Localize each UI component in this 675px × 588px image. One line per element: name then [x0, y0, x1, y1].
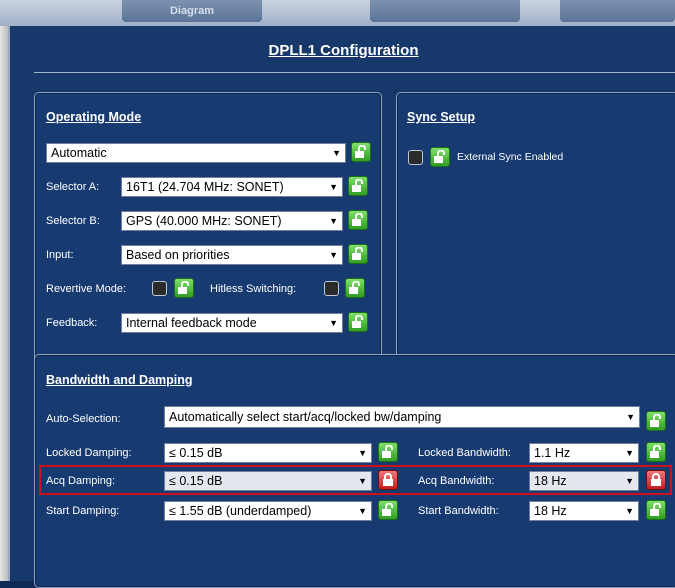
unlocked-lock-icon[interactable] [646, 442, 666, 462]
external-sync-checkbox[interactable] [408, 150, 423, 165]
chevron-down-icon: ▼ [625, 448, 634, 458]
unlocked-lock-icon[interactable] [430, 147, 450, 167]
selector-a-select[interactable]: 16T1 (24.704 MHz: SONET) ▼ [121, 177, 343, 197]
chevron-down-icon: ▼ [329, 318, 338, 328]
selector-a-label: Selector A: [46, 181, 100, 193]
chevron-down-icon: ▼ [625, 506, 634, 516]
mode-select-value: Automatic [51, 146, 107, 160]
locked-bandwidth-select[interactable]: 1.1 Hz ▼ [529, 443, 639, 463]
revertive-mode-label: Revertive Mode: [46, 283, 127, 295]
tab-2[interactable] [370, 0, 520, 22]
start-damping-label: Start Damping: [46, 505, 120, 517]
chevron-down-icon: ▼ [358, 476, 367, 486]
mode-select[interactable]: Automatic ▼ [46, 143, 346, 163]
feedback-select[interactable]: Internal feedback mode ▼ [121, 313, 343, 333]
sync-setup-panel: Sync Setup External Sync Enabled [396, 92, 675, 372]
revertive-mode-checkbox[interactable] [152, 281, 167, 296]
unlocked-lock-icon[interactable] [378, 500, 398, 520]
top-tab-strip: Diagram [0, 0, 675, 26]
chevron-down-icon: ▼ [329, 250, 338, 260]
dpll-config-window: DPLL1 Configuration Operating Mode Autom… [8, 26, 675, 588]
locked-damping-label: Locked Damping: [46, 447, 132, 459]
auto-selection-select[interactable]: Automatically select start/acq/locked bw… [164, 406, 640, 428]
selector-b-label: Selector B: [46, 215, 100, 227]
operating-mode-title: Operating Mode [46, 110, 142, 124]
tab-diagram[interactable]: Diagram [122, 0, 262, 22]
unlocked-lock-icon[interactable] [348, 244, 368, 264]
start-damping-value: ≤ 1.55 dB (underdamped) [169, 504, 312, 518]
chevron-down-icon: ▼ [358, 448, 367, 458]
unlocked-lock-icon[interactable] [348, 210, 368, 230]
chevron-down-icon: ▼ [358, 506, 367, 516]
locked-lock-icon[interactable] [378, 470, 398, 490]
chevron-down-icon: ▼ [329, 216, 338, 226]
start-bandwidth-label: Start Bandwidth: [418, 505, 499, 517]
sync-setup-title: Sync Setup [407, 110, 476, 124]
unlocked-lock-icon[interactable] [646, 500, 666, 520]
acq-damping-label: Acq Damping: [46, 475, 116, 487]
unlocked-lock-icon[interactable] [348, 176, 368, 196]
unlocked-lock-icon[interactable] [348, 312, 368, 332]
feedback-label: Feedback: [46, 317, 98, 329]
unlocked-lock-icon[interactable] [345, 278, 365, 298]
unlocked-lock-icon[interactable] [174, 278, 194, 298]
feedback-value: Internal feedback mode [126, 316, 257, 330]
input-label: Input: [46, 249, 74, 261]
unlocked-lock-icon[interactable] [351, 142, 371, 162]
selector-a-value: 16T1 (24.704 MHz: SONET) [126, 180, 284, 194]
chevron-down-icon: ▼ [332, 148, 341, 158]
left-edge-bar [0, 26, 8, 581]
acq-damping-select[interactable]: ≤ 0.15 dB ▼ [164, 471, 372, 491]
selector-b-value: GPS (40.000 MHz: SONET) [126, 214, 282, 228]
locked-damping-value: ≤ 0.15 dB [169, 446, 223, 460]
external-sync-label: External Sync Enabled [457, 151, 564, 163]
locked-bandwidth-label: Locked Bandwidth: [418, 447, 511, 459]
auto-selection-label: Auto-Selection: [46, 413, 121, 425]
tab-3[interactable] [560, 0, 675, 22]
acq-bandwidth-label: Acq Bandwidth: [418, 475, 495, 487]
operating-mode-panel: Operating Mode Automatic ▼ Selector A: 1… [34, 92, 382, 372]
selector-b-select[interactable]: GPS (40.000 MHz: SONET) ▼ [121, 211, 343, 231]
locked-damping-select[interactable]: ≤ 0.15 dB ▼ [164, 443, 372, 463]
hitless-switching-label: Hitless Switching: [210, 283, 297, 295]
unlocked-lock-icon[interactable] [378, 442, 398, 462]
acq-bandwidth-select[interactable]: 18 Hz ▼ [529, 471, 639, 491]
unlocked-lock-icon[interactable] [646, 411, 666, 431]
locked-bandwidth-value: 1.1 Hz [534, 446, 571, 460]
locked-lock-icon[interactable] [646, 470, 666, 490]
hitless-switching-checkbox[interactable] [324, 281, 339, 296]
title-divider [34, 72, 675, 73]
acq-damping-value: ≤ 0.15 dB [169, 474, 223, 488]
chevron-down-icon: ▼ [626, 412, 635, 422]
page-title: DPLL1 Configuration [268, 42, 419, 59]
start-bandwidth-value: 18 Hz [534, 504, 567, 518]
bandwidth-damping-title: Bandwidth and Damping [46, 373, 193, 387]
start-damping-select[interactable]: ≤ 1.55 dB (underdamped) ▼ [164, 501, 372, 521]
input-select[interactable]: Based on priorities ▼ [121, 245, 343, 265]
bandwidth-damping-panel: Bandwidth and Damping Auto-Selection: Au… [34, 354, 675, 588]
chevron-down-icon: ▼ [329, 182, 338, 192]
start-bandwidth-select[interactable]: 18 Hz ▼ [529, 501, 639, 521]
acq-bandwidth-value: 18 Hz [534, 474, 567, 488]
auto-selection-value: Automatically select start/acq/locked bw… [169, 410, 442, 424]
input-value: Based on priorities [126, 248, 230, 262]
chevron-down-icon: ▼ [625, 476, 634, 486]
